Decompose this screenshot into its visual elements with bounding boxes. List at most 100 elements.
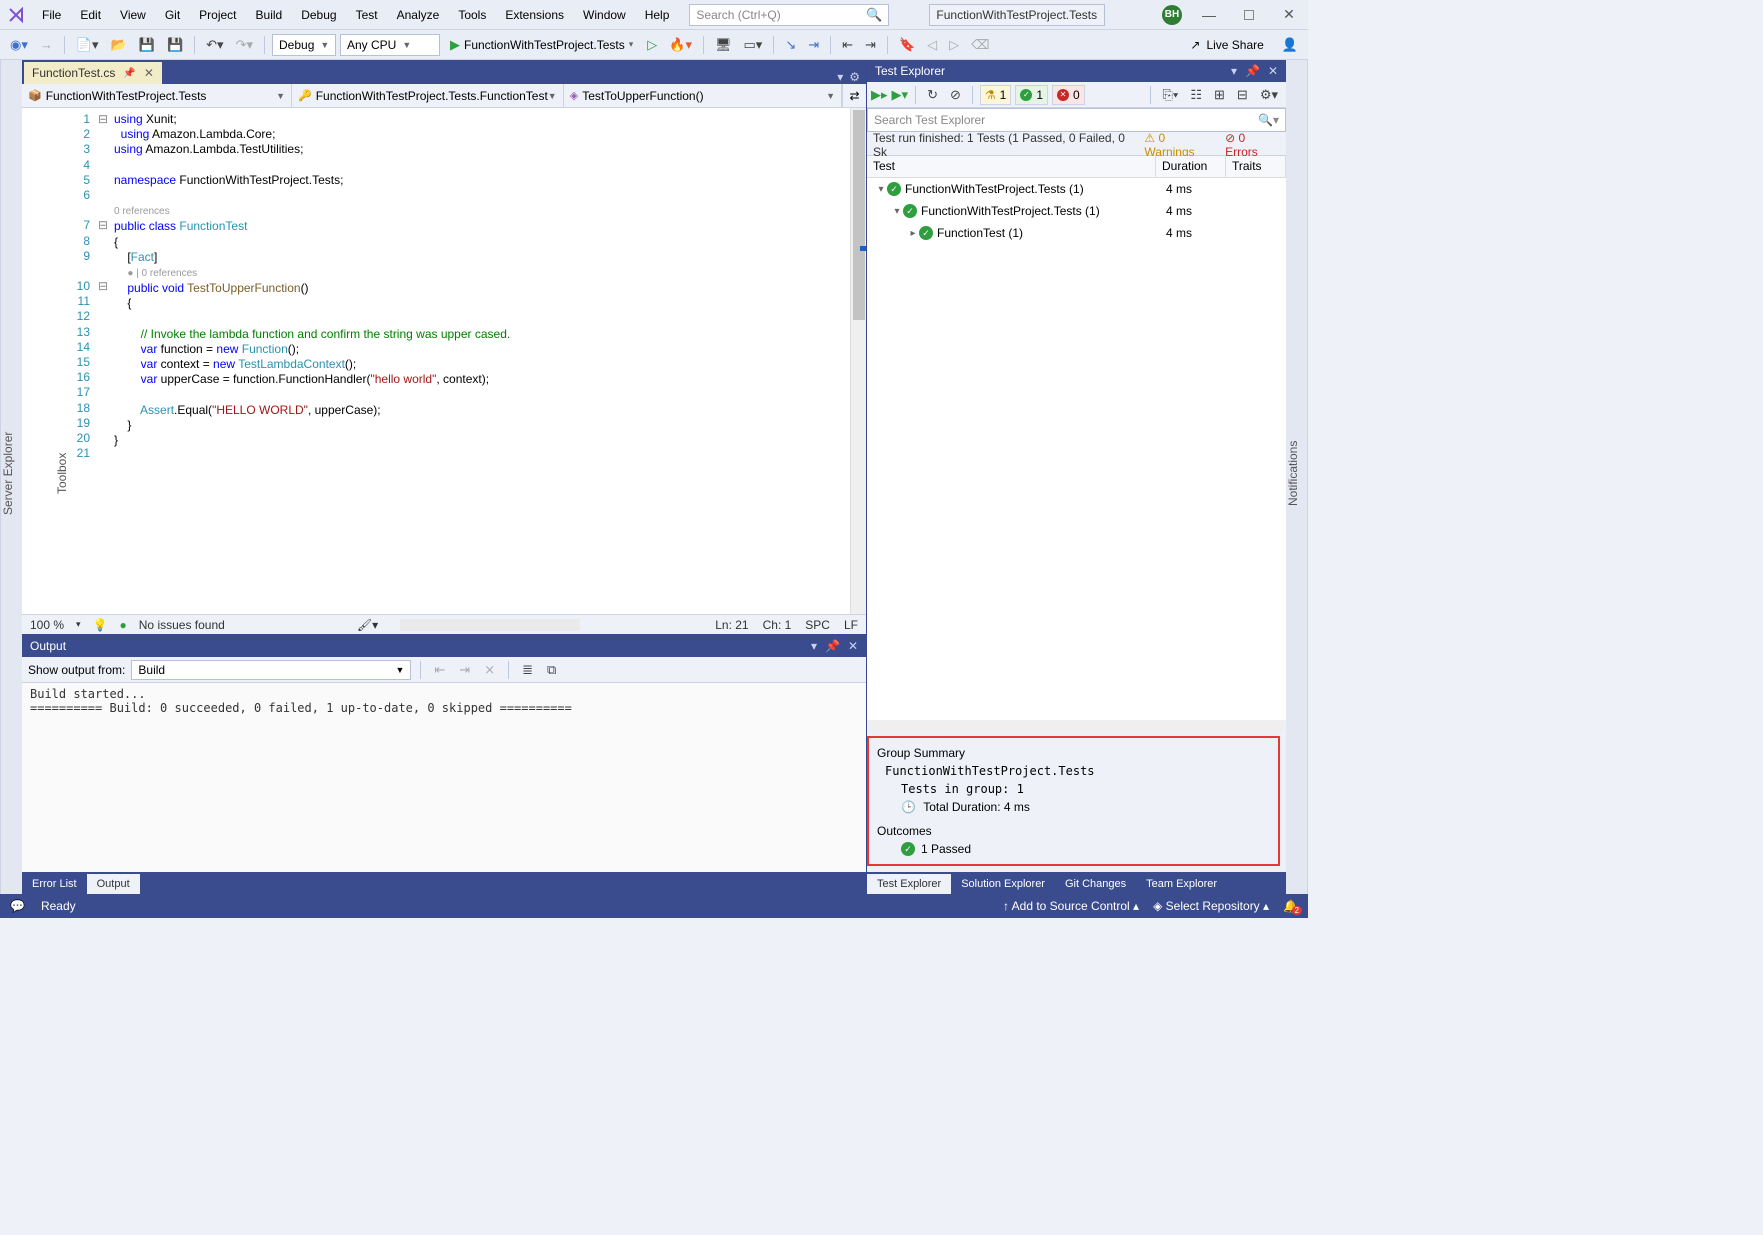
stop-icon[interactable]: ⊘ — [946, 85, 965, 105]
notifications-icon[interactable]: 🔔2 — [1283, 899, 1298, 913]
output-tab[interactable]: Error List — [22, 874, 87, 894]
open-icon[interactable]: 📂 — [107, 35, 131, 55]
code-area[interactable]: using Xunit; using Amazon.Lambda.Core;us… — [110, 108, 850, 614]
goto-prev-icon[interactable]: ⇤ — [430, 660, 449, 680]
test-tree-row[interactable]: ▸✓FunctionTest (1)4 ms — [867, 222, 1286, 244]
browser-link-icon[interactable]: 🖥 — [711, 35, 736, 55]
filter-icon[interactable]: ⧉ — [543, 660, 560, 680]
start-debug-button[interactable]: ▶ FunctionWithTestProject.Tests ▾ — [444, 37, 639, 53]
lightbulb-icon[interactable]: 💡 — [93, 618, 108, 632]
goto-next-icon[interactable]: ⇥ — [455, 660, 474, 680]
maximize-button[interactable] — [1236, 7, 1262, 23]
step-into-icon[interactable]: ↘ — [781, 35, 800, 55]
hot-reload-icon[interactable]: 🔥▾ — [665, 35, 696, 55]
rail-tab[interactable]: Notifications — [1286, 440, 1300, 505]
playlists-icon[interactable]: ⎘▾ — [1158, 85, 1182, 105]
menu-git[interactable]: Git — [157, 4, 188, 26]
panel-close-icon[interactable]: ✕ — [848, 639, 858, 653]
document-tab[interactable]: FunctionTest.cs 📌 ✕ — [24, 62, 162, 84]
menu-test[interactable]: Test — [348, 4, 386, 26]
feedback-icon[interactable]: 💬 — [10, 899, 25, 913]
total-tests-pill[interactable]: ⚗1 — [980, 85, 1011, 105]
explorer-tab[interactable]: Solution Explorer — [951, 874, 1055, 894]
close-button[interactable]: ✕ — [1276, 6, 1302, 23]
add-source-control-button[interactable]: ↑ Add to Source Control ▴ — [1003, 899, 1139, 913]
hierarchy-icon[interactable]: ☷ — [1186, 85, 1206, 105]
output-tab[interactable]: Output — [87, 874, 140, 894]
undo-icon[interactable]: ↶▾ — [202, 35, 227, 55]
settings-icon[interactable]: ⚙▾ — [1256, 85, 1282, 105]
code-editor[interactable]: 123456789101112131415161718192021 ⊟⊟⊟ us… — [22, 108, 866, 614]
back-icon[interactable]: ◉▾ — [6, 35, 32, 55]
fold-column[interactable]: ⊟⊟⊟ — [96, 108, 110, 614]
minimize-button[interactable]: — — [1196, 7, 1222, 23]
horizontal-scrollbar[interactable] — [400, 619, 580, 631]
explorer-tab[interactable]: Git Changes — [1055, 874, 1136, 894]
run-icon[interactable]: ▶▾ — [892, 87, 909, 103]
menu-edit[interactable]: Edit — [72, 4, 109, 26]
scrollbar-thumb[interactable] — [853, 110, 865, 320]
vertical-scrollbar[interactable] — [850, 108, 866, 614]
test-tree-row[interactable]: ▾✓FunctionWithTestProject.Tests (1)4 ms — [867, 178, 1286, 200]
menu-extensions[interactable]: Extensions — [497, 4, 572, 26]
panel-dropdown-icon[interactable]: ▾ — [811, 639, 817, 653]
passed-tests-pill[interactable]: ✓1 — [1015, 85, 1048, 105]
menu-file[interactable]: File — [34, 4, 69, 26]
word-wrap-icon[interactable]: ≣ — [518, 660, 537, 680]
test-tree-row[interactable]: ▾✓FunctionWithTestProject.Tests (1)4 ms — [867, 200, 1286, 222]
config-dropdown[interactable]: Debug▼ — [272, 34, 336, 56]
start-without-debug-icon[interactable]: ▷ — [643, 35, 661, 55]
test-tree[interactable]: ▾✓FunctionWithTestProject.Tests (1)4 ms▾… — [867, 178, 1286, 720]
output-source-dropdown[interactable]: Build ▼ — [131, 660, 411, 680]
close-tab-icon[interactable]: ✕ — [144, 66, 154, 80]
menu-build[interactable]: Build — [248, 4, 291, 26]
nav-method-dropdown[interactable]: ◈ TestToUpperFunction()▼ — [564, 84, 842, 107]
bookmark-icon[interactable]: 🔖 — [895, 35, 919, 55]
step-over-icon[interactable]: ⇥ — [804, 35, 823, 55]
redo-icon[interactable]: ↷▾ — [232, 35, 257, 55]
clear-icon[interactable]: ⨯ — [480, 660, 499, 680]
menu-window[interactable]: Window — [575, 4, 634, 26]
new-item-icon[interactable]: 📄▾ — [72, 35, 103, 55]
explorer-tab[interactable]: Test Explorer — [867, 874, 951, 894]
explorer-tab[interactable]: Team Explorer — [1136, 874, 1227, 894]
panel-close-icon[interactable]: ✕ — [1268, 64, 1278, 78]
swap-panes-icon[interactable]: ⇄ — [842, 84, 866, 107]
expand-icon[interactable]: ⊞ — [1210, 85, 1229, 105]
run-all-icon[interactable]: ▶▸ — [871, 87, 888, 103]
save-icon[interactable]: 💾 — [135, 35, 159, 55]
panel-pin-icon[interactable]: 📌 — [1245, 64, 1260, 78]
test-search-input[interactable]: Search Test Explorer 🔍▾ — [867, 108, 1286, 132]
te-horizontal-scrollbar[interactable] — [869, 720, 1284, 732]
menu-debug[interactable]: Debug — [293, 4, 344, 26]
menu-view[interactable]: View — [112, 4, 154, 26]
forward-icon[interactable]: → — [36, 35, 57, 54]
repeat-icon[interactable]: ↻ — [923, 85, 942, 105]
select-repo-button[interactable]: ◈ Select Repository ▴ — [1153, 899, 1269, 913]
menu-analyze[interactable]: Analyze — [389, 4, 448, 26]
solution-name[interactable]: FunctionWithTestProject.Tests — [929, 4, 1105, 26]
outdent-icon[interactable]: ⇤ — [838, 35, 857, 55]
nav-class-dropdown[interactable]: 🔑 FunctionWithTestProject.Tests.Function… — [292, 84, 564, 107]
save-all-icon[interactable]: 💾 — [163, 35, 187, 55]
platform-dropdown[interactable]: Any CPU▼ — [340, 34, 440, 56]
account-icon[interactable]: 👤 — [1278, 35, 1302, 55]
rail-tab[interactable]: Server Explorer — [1, 431, 15, 514]
menu-tools[interactable]: Tools — [450, 4, 494, 26]
failed-tests-pill[interactable]: ✕0 — [1052, 85, 1085, 105]
brush-icon[interactable]: 🖌▾ — [357, 618, 378, 632]
tab-overflow-icon[interactable]: ▾ — [837, 70, 843, 84]
prev-bookmark-icon[interactable]: ◁ — [923, 35, 941, 55]
user-avatar[interactable]: BH — [1162, 5, 1182, 25]
menu-help[interactable]: Help — [637, 4, 678, 26]
rail-tab[interactable]: Toolbox — [55, 452, 69, 493]
tab-settings-icon[interactable]: ⚙ — [849, 70, 860, 84]
nav-namespace-dropdown[interactable]: 📦 FunctionWithTestProject.Tests▼ — [22, 84, 292, 107]
global-search-input[interactable]: Search (Ctrl+Q) 🔍 — [689, 4, 889, 26]
clear-bookmarks-icon[interactable]: ⌫ — [967, 35, 993, 55]
panel-pin-icon[interactable]: 📌 — [825, 639, 840, 653]
indent-icon[interactable]: ⇥ — [861, 35, 880, 55]
panel-dropdown-icon[interactable]: ▾ — [1231, 64, 1237, 78]
collapse-icon[interactable]: ⊟ — [1233, 85, 1252, 105]
pin-icon[interactable]: 📌 — [123, 68, 135, 79]
